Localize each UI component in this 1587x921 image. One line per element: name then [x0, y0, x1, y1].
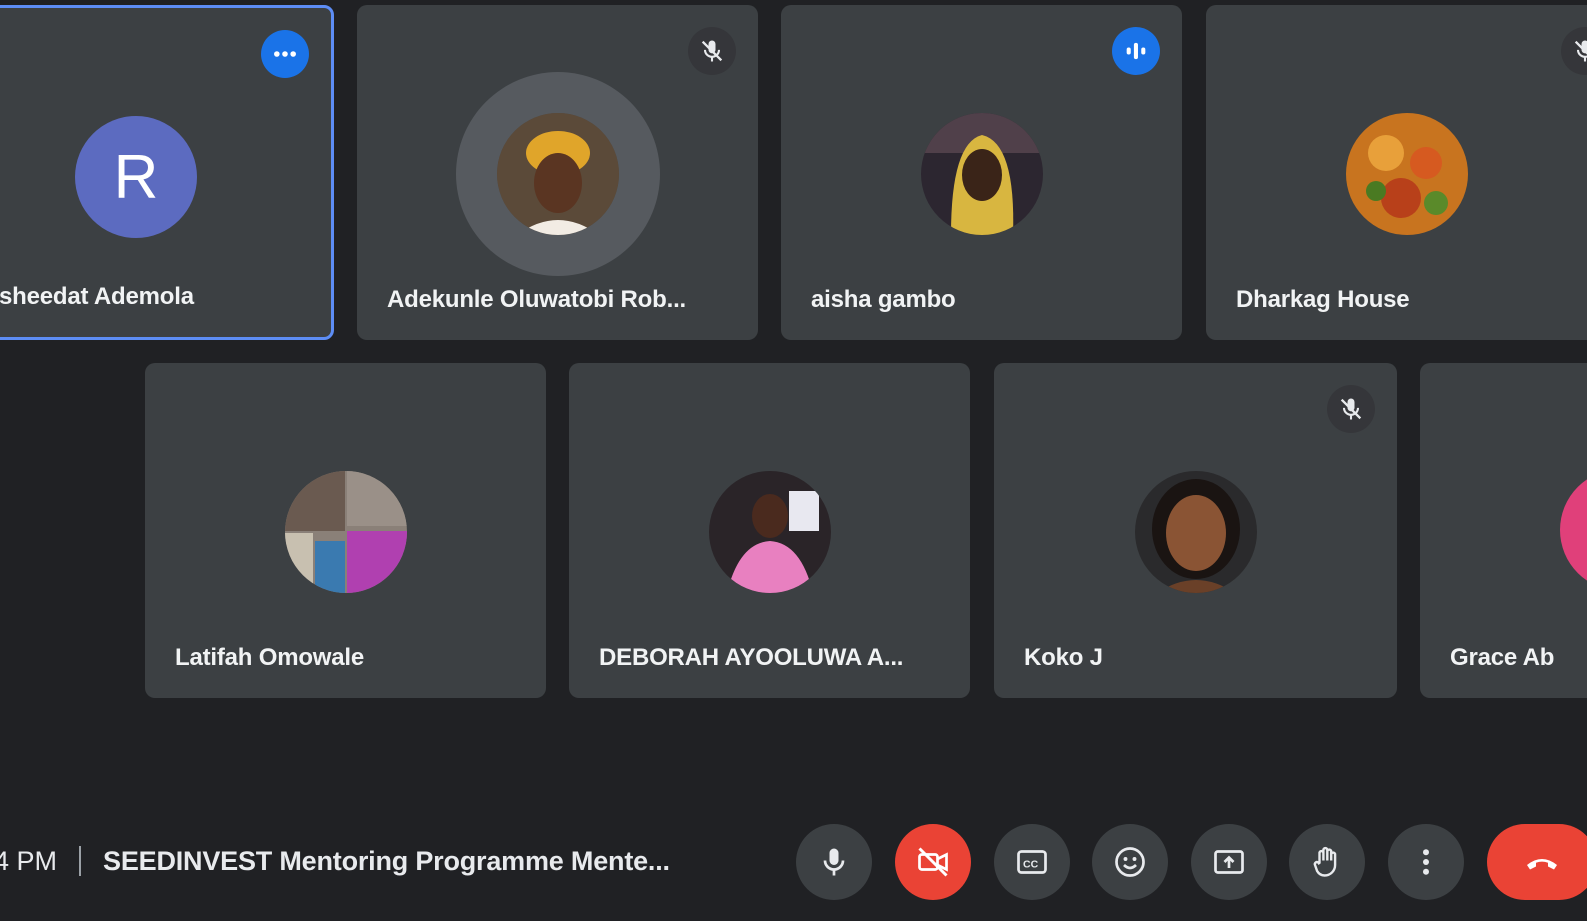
microphone-button[interactable] — [796, 824, 872, 900]
avatar — [284, 471, 407, 593]
mic-off-icon — [1327, 385, 1375, 433]
participant-tile-4[interactable]: Dharkag House — [1206, 5, 1587, 340]
participant-name: Adekunle Oluwatobi Rob... — [387, 286, 687, 313]
camera-toggle-button[interactable] — [895, 824, 971, 900]
hand-icon — [1313, 846, 1337, 877]
avatar — [496, 113, 619, 235]
mic-off-icon — [1561, 27, 1587, 75]
participant-tile-2[interactable]: Adekunle Oluwatobi Rob... — [357, 5, 758, 340]
participant-name: aisha gambo — [811, 286, 956, 313]
participant-tile-6[interactable]: DEBORAH AYOOLUWA A... — [569, 363, 970, 698]
meeting-time: 4 PM — [0, 845, 58, 876]
participant-name: sheedat Ademola — [0, 283, 194, 310]
meeting-stage: R sheedat Ademola Adekunle Oluwatobi Rob… — [0, 0, 1587, 921]
mic-icon — [823, 848, 845, 876]
participant-tile-3[interactable]: aisha gambo — [781, 5, 1182, 340]
avatar — [1560, 469, 1587, 591]
participant-name: Grace Ab — [1450, 644, 1555, 671]
svg-text:CC: CC — [1023, 858, 1039, 870]
present-screen-button[interactable] — [1191, 824, 1267, 900]
participant-name: DEBORAH AYOOLUWA A... — [599, 644, 904, 671]
participant-name: Dharkag House — [1236, 286, 1410, 313]
speaking-indicator-icon — [1112, 27, 1160, 75]
divider — [79, 846, 82, 876]
participant-name: Koko J — [1024, 644, 1103, 671]
avatar — [1345, 113, 1468, 235]
participant-tile-8[interactable]: Grace Ab — [1420, 363, 1587, 698]
mic-off-icon — [688, 27, 736, 75]
more-vert-icon — [1423, 849, 1429, 875]
captions-button[interactable]: CC — [994, 824, 1070, 900]
meeting-title: SEEDINVEST Mentoring Programme Mente... — [103, 845, 670, 876]
present-icon — [1214, 850, 1244, 874]
more-options-icon[interactable] — [261, 30, 309, 78]
captions-icon: CC — [1017, 850, 1047, 874]
more-options-button[interactable] — [1388, 824, 1464, 900]
emoji-icon — [1115, 847, 1145, 877]
avatar — [1134, 471, 1257, 593]
reactions-button[interactable] — [1092, 824, 1168, 900]
avatar: R — [75, 116, 197, 238]
hang-up-icon — [1527, 859, 1557, 870]
raise-hand-button[interactable] — [1289, 824, 1365, 900]
participant-name: Latifah Omowale — [175, 644, 365, 671]
participant-tile-1[interactable]: R sheedat Ademola — [0, 5, 334, 340]
meeting-info: 4 PM SEEDINVEST Mentoring Programme Ment… — [0, 838, 670, 884]
leave-call-button[interactable] — [1487, 824, 1587, 900]
avatar — [708, 471, 831, 593]
participant-tile-7[interactable]: Koko J — [994, 363, 1397, 698]
participant-tile-5[interactable]: Latifah Omowale — [145, 363, 546, 698]
avatar — [920, 113, 1043, 235]
camera-off-icon — [918, 847, 948, 877]
